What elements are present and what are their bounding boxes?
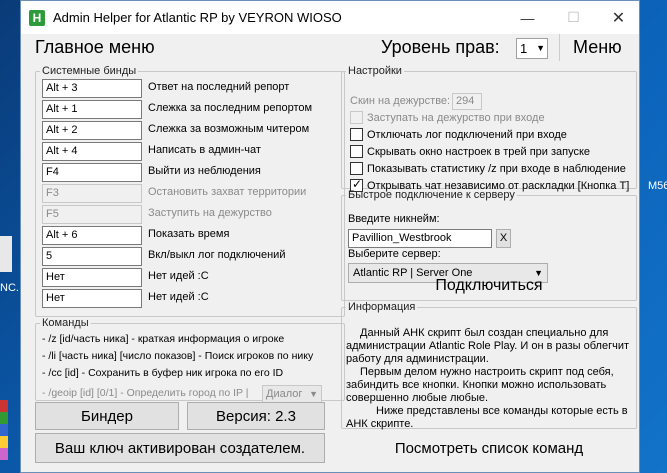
access-level-select[interactable]: 1 ▼ (516, 38, 548, 59)
chevron-down-icon: ▼ (536, 43, 545, 53)
settings-option[interactable]: Скрывать окно настроек в трей при запуск… (350, 145, 590, 158)
admin-helper-window: H Admin Helper for Atlantic RP by VEYRON… (20, 0, 640, 473)
info-group: Информация Данный АНК скрипт был создан … (341, 301, 637, 431)
bind-key-input[interactable]: F4 (42, 163, 142, 182)
system-binds-legend: Системные бинды (42, 65, 137, 77)
settings-option[interactable]: Отключать лог подключений при входе (350, 128, 567, 141)
settings-checkbox[interactable] (350, 145, 363, 158)
desktop-file-icon[interactable] (0, 236, 12, 272)
bind-key-input[interactable]: Alt + 2 (42, 121, 142, 140)
access-level-label: Уровень прав: (381, 37, 500, 57)
bind-label: Заступить на дежурство (148, 207, 272, 219)
bind-key-input[interactable]: Alt + 6 (42, 226, 142, 245)
minimize-button[interactable]: — (505, 1, 550, 34)
maximize-button: ☐ (567, 9, 580, 25)
bind-label: Показать время (148, 228, 230, 240)
bind-key-input[interactable]: Alt + 1 (42, 100, 142, 119)
nickname-label: Введите никнейм: (348, 213, 440, 225)
settings-checkbox[interactable] (350, 128, 363, 141)
bind-label: Нет идей :C (148, 270, 209, 282)
key-status-button[interactable]: Ваш ключ активирован создателем. (35, 433, 325, 463)
app-icon: H (29, 9, 45, 26)
info-paragraph: Ниже представлены все команды которые ес… (346, 405, 628, 430)
bind-key-input[interactable]: Alt + 3 (42, 79, 142, 98)
command-list-button[interactable]: Посмотреть список команд (341, 431, 637, 465)
bind-label: Написать в админ-чат (148, 144, 261, 156)
info-paragraph: Данный АНК скрипт был создан специально … (346, 327, 629, 365)
settings-checkbox[interactable] (350, 162, 363, 175)
info-legend: Информация (348, 301, 416, 313)
settings-option-label: Отключать лог подключений при входе (367, 128, 567, 141)
main-menu-title: Главное меню (35, 37, 155, 57)
settings-option-label: Заступать на дежурство при входе (367, 111, 545, 124)
quick-connect-legend: Быстрое подключение к серверу (348, 189, 515, 201)
bind-key-input[interactable]: 5 (42, 247, 142, 266)
menu-button[interactable]: Меню (573, 37, 622, 58)
settings-group: Настройки Скин на дежурстве: 294 Заступа… (341, 65, 637, 192)
bind-key-input: F3 (42, 184, 142, 203)
bind-key-input[interactable]: Нет (42, 268, 142, 287)
command-line: - /geoip [id] [0/1] - Определить город п… (42, 387, 249, 399)
info-text: Данный АНК скрипт был создан специально … (346, 327, 632, 431)
bind-label: Слежка за возможным читером (148, 123, 310, 135)
settings-option: Заступать на дежурство при входе (350, 111, 545, 124)
clear-nickname-button[interactable]: X (496, 229, 511, 248)
desktop-icon-label-right[interactable]: M56 (648, 180, 667, 192)
bind-key-input: F5 (42, 205, 142, 224)
binder-button[interactable]: Биндер (35, 402, 179, 430)
desktop-archive-icon[interactable] (0, 400, 8, 460)
settings-checkbox (350, 111, 363, 124)
settings-option-label: Скрывать окно настроек в трей при запуск… (367, 145, 591, 158)
close-button[interactable]: ✕ (596, 1, 641, 34)
commands-group: Команды - /z [id/часть ника] - краткая и… (35, 317, 345, 404)
bind-key-input[interactable]: Alt + 4 (42, 142, 142, 161)
desktop-icon-label[interactable]: NC... (0, 282, 20, 294)
bind-label: Ответ на последний репорт (148, 81, 290, 93)
chevron-down-icon: ▼ (309, 389, 318, 399)
header-divider (559, 34, 560, 61)
settings-option-label: Показывать статистику /z при входе в наб… (367, 162, 626, 175)
server-label: Выберите сервер: (348, 248, 441, 260)
access-level-value: 1 (520, 41, 528, 56)
connect-button[interactable]: Подключиться (347, 273, 631, 299)
dialog-select-value: Диалог (266, 388, 303, 400)
command-line: - /cc [id] - Сохранить в буфер ник игрок… (42, 367, 284, 379)
command-line: - /z [id/часть ника] - краткая информаци… (42, 333, 285, 345)
settings-legend: Настройки (348, 65, 402, 77)
bind-label: Нет идей :C (148, 291, 209, 303)
settings-option[interactable]: Показывать статистику /z при входе в наб… (350, 162, 626, 175)
nickname-input[interactable]: Pavillion_Westbrook (348, 229, 492, 248)
system-binds-group: Системные бинды Alt + 3 Ответ на последни… (35, 65, 345, 317)
bind-label: Выйти из неблюдения (148, 165, 261, 177)
window-title: Admin Helper for Atlantic RP by VEYRON W… (53, 10, 342, 25)
command-line: - /li [часть ника] [число показов] - Пои… (42, 350, 314, 362)
version-box: Версия: 2.3 (187, 402, 325, 430)
header-row: Главное меню Уровень прав: 1 ▼ Меню (21, 34, 641, 61)
bind-label: Вкл/выкл лог подключений (148, 249, 286, 261)
bind-label: Слежка за последним репортом (148, 102, 313, 114)
bind-label: Остановить захват территории (148, 186, 307, 198)
bind-key-input[interactable]: Нет (42, 289, 142, 308)
info-paragraph: Первым делом нужно настроить скрипт под … (346, 366, 614, 404)
title-bar[interactable]: H Admin Helper for Atlantic RP by VEYRON… (21, 1, 639, 34)
skin-label: Скин на дежурстве: (350, 95, 451, 107)
skin-input: 294 (452, 93, 482, 110)
commands-legend: Команды (42, 317, 89, 329)
